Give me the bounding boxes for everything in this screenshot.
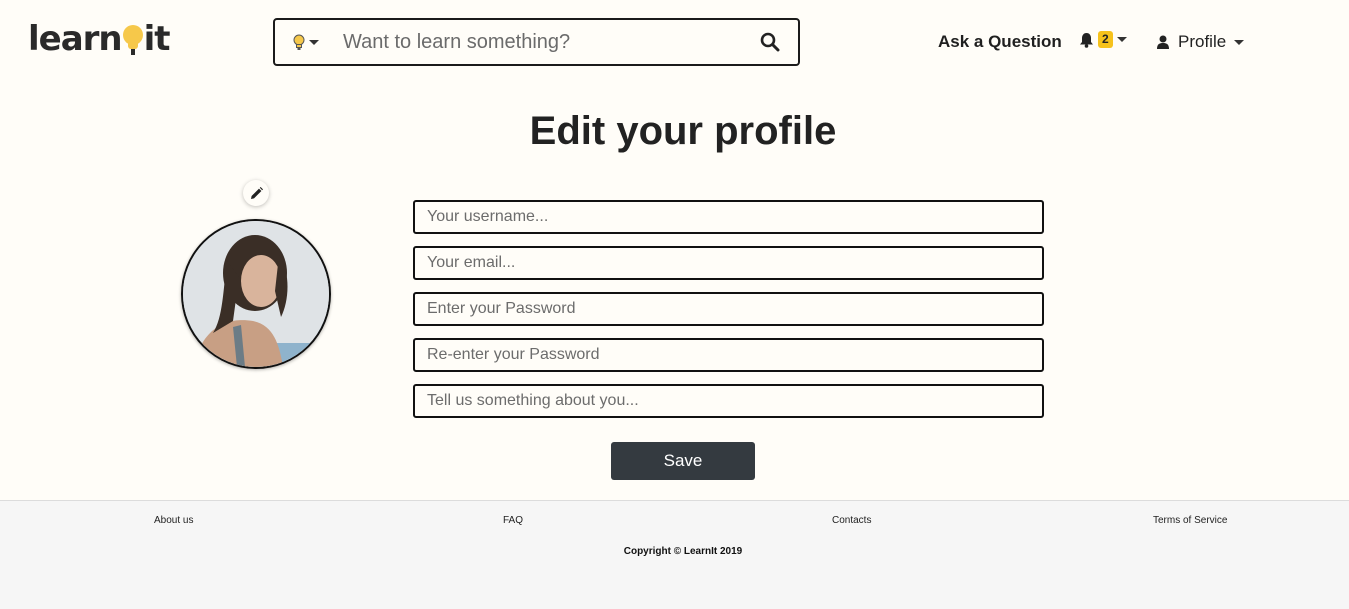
logo-text-left: learn bbox=[28, 19, 123, 59]
footer-link-about[interactable]: About us bbox=[154, 515, 193, 526]
ask-question-link[interactable]: Ask a Question bbox=[938, 32, 1062, 52]
search-input[interactable] bbox=[341, 29, 750, 55]
footer-link-terms[interactable]: Terms of Service bbox=[1153, 515, 1227, 526]
search-button[interactable] bbox=[750, 22, 790, 62]
chevron-down-icon bbox=[1234, 39, 1245, 45]
notifications-dropdown[interactable]: 2 bbox=[1079, 31, 1127, 48]
search-icon bbox=[760, 32, 780, 52]
search-bar bbox=[273, 18, 800, 66]
save-button[interactable]: Save bbox=[611, 442, 755, 480]
about-input[interactable] bbox=[413, 384, 1044, 418]
email-input[interactable] bbox=[413, 246, 1044, 280]
avatar bbox=[181, 219, 331, 369]
edit-avatar-button[interactable] bbox=[243, 180, 269, 206]
notification-count-badge: 2 bbox=[1098, 31, 1113, 48]
profile-label: Profile bbox=[1178, 32, 1227, 51]
category-dropdown[interactable] bbox=[293, 34, 329, 51]
pencil-icon bbox=[250, 186, 263, 199]
copyright: Copyright © LearnIt 2019 bbox=[623, 546, 743, 557]
password-input[interactable] bbox=[413, 292, 1044, 326]
chevron-down-icon bbox=[1116, 37, 1127, 42]
password-confirm-input[interactable] bbox=[413, 338, 1044, 372]
footer-link-faq[interactable]: FAQ bbox=[503, 515, 523, 526]
profile-dropdown[interactable]: Profile bbox=[1157, 32, 1245, 52]
footer-link-contacts[interactable]: Contacts bbox=[832, 515, 871, 526]
avatar-photo bbox=[183, 221, 329, 367]
footer: About us FAQ Contacts Terms of Service C… bbox=[0, 500, 1349, 609]
logo-bulb-icon bbox=[122, 22, 144, 56]
logo[interactable]: learn it bbox=[28, 19, 171, 59]
page-title: Edit your profile bbox=[529, 109, 837, 153]
username-input[interactable] bbox=[413, 200, 1044, 234]
bell-icon bbox=[1080, 32, 1093, 48]
logo-text-right: it bbox=[143, 19, 171, 59]
chevron-down-icon bbox=[309, 39, 319, 45]
user-icon bbox=[1157, 35, 1169, 49]
lightbulb-icon bbox=[293, 34, 305, 50]
